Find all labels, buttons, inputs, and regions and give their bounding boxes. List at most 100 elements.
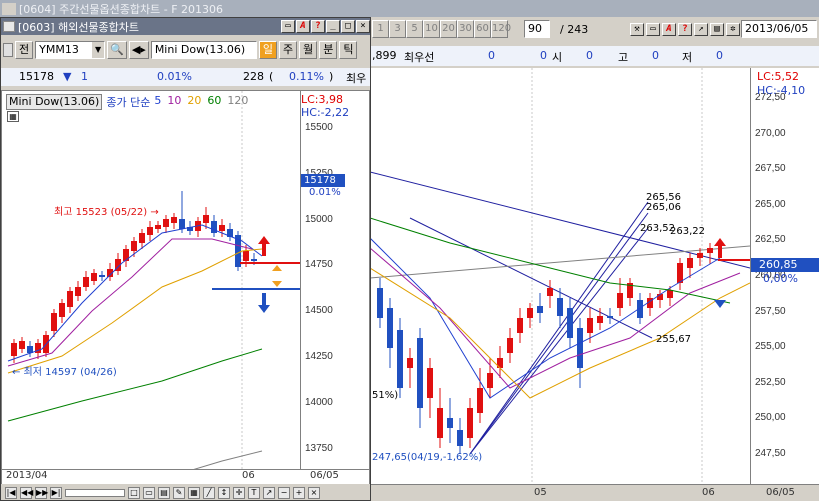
lock-icon[interactable] [3, 43, 13, 57]
candle-body [27, 346, 33, 353]
symbol-value: YMM13 [39, 43, 79, 56]
minute-button[interactable]: 분 [319, 41, 338, 59]
next-page-icon[interactable]: ▶▶ [35, 486, 48, 499]
candle-body [687, 258, 693, 268]
ma-120-line [193, 450, 263, 469]
date-input[interactable]: 2013/06/05 [741, 20, 817, 38]
chart-icon[interactable]: ↗ [694, 22, 708, 36]
all-button[interactable]: 전 [15, 41, 34, 59]
zoom-icon[interactable]: □ [128, 486, 140, 499]
back-quote-v4: 0 [652, 49, 659, 62]
front-chart-area[interactable]: 최고 15523 (05/22) → ← 최저 14597 (04/26) Min… [1, 90, 301, 470]
back-quote-v2: 0 [540, 49, 547, 62]
front-current-pct: 0.01% [309, 187, 341, 198]
interval-button-30[interactable]: 30 [457, 20, 474, 38]
interval-button-3[interactable]: 3 [389, 20, 406, 38]
tick-button[interactable]: 틱 [339, 41, 358, 59]
speaker-icon[interactable]: ◀▸ [128, 41, 149, 59]
candle-body [171, 217, 177, 223]
candle-body [147, 227, 153, 235]
first-icon[interactable]: |◀ [5, 486, 17, 499]
close-icon[interactable]: × [356, 20, 370, 33]
minimize-icon[interactable]: _ [326, 20, 340, 33]
candle-body [537, 306, 543, 313]
restore-icon[interactable]: ▭ [646, 22, 660, 36]
quote-price: 15178 [19, 70, 54, 83]
help-icon[interactable]: ? [678, 22, 692, 36]
period-input[interactable]: 90 [524, 20, 550, 38]
y-tick-label: 15500 [305, 122, 333, 133]
measure-icon[interactable]: ↕ [218, 486, 230, 499]
y-tick-label: 267,50 [755, 163, 786, 175]
symbol-select[interactable]: YMM13 ▼ [35, 41, 106, 59]
search-icon[interactable]: 🔍 [107, 41, 127, 59]
restore-icon[interactable]: ▭ [281, 20, 295, 33]
chevron-down-icon[interactable]: ▼ [92, 42, 105, 58]
font-a-icon[interactable]: A [662, 22, 676, 36]
maximize-icon[interactable]: □ [341, 20, 355, 33]
grid-toggle-icon[interactable]: ▦ [7, 111, 19, 122]
scroll-slider[interactable] [65, 488, 125, 497]
candle-body [437, 408, 443, 438]
back-hc-label: HC:-4,10 [757, 84, 806, 97]
back-chart-area[interactable]: 265,56 265,06 263,52 263,22 255,67 51%) 247,65… [370, 68, 750, 484]
interval-button-1[interactable]: 1 [372, 20, 389, 38]
day-button[interactable]: 일 [258, 41, 277, 59]
annotation-255-67: 255,67 [656, 334, 691, 345]
back-quote-label-open: 시 [552, 51, 563, 64]
close-icon[interactable]: × [308, 486, 320, 499]
interval-button-120[interactable]: 120 [491, 20, 511, 38]
legend-ma-120: 120 [227, 94, 249, 107]
table-icon[interactable]: ▦ [188, 486, 200, 499]
interval-button-10[interactable]: 10 [423, 20, 440, 38]
legend-ma-20: 20 [187, 94, 202, 107]
candle-body [477, 388, 483, 413]
month-button[interactable]: 월 [299, 41, 318, 59]
candle-body [211, 221, 217, 233]
week-button[interactable]: 주 [278, 41, 298, 59]
back-y-axis: 272,50 270,00 267,50 265,00 262,50 260,00 257,… [750, 68, 819, 484]
back-quote-bar: ,899 최우선 0 0 시 0 고 0 저 0 [370, 46, 819, 66]
front-window-title: [0603] 해외선물종합차트 [18, 20, 140, 34]
legend-type: 종가 단순 [106, 96, 151, 109]
arrow-icon[interactable]: ↗ [263, 486, 275, 499]
front-toolbar: 전 YMM13 ▼ 🔍 ◀▸ Mini Dow(13.06) 일 주 월 분 틱 [1, 39, 370, 61]
back-quote-v5: 0 [716, 49, 723, 62]
minus-icon[interactable]: − [278, 486, 290, 499]
quote-volume: 228 [243, 70, 264, 83]
back-window-title: [0604] 주간선물옵션종합차트 - F 201306 [19, 2, 224, 16]
symbol-name-field: Mini Dow(13.06) [150, 41, 257, 59]
candle-body [91, 273, 97, 281]
font-a-icon[interactable]: A [296, 20, 310, 33]
legend-symbol[interactable]: Mini Dow(13.06) [6, 94, 103, 110]
up-arrow-icon [258, 236, 270, 256]
draw-icon[interactable]: ╱ [203, 486, 215, 499]
y-tick-label: 13750 [305, 442, 333, 454]
interval-button-5[interactable]: 5 [406, 20, 423, 38]
candle-body [139, 233, 145, 243]
candle-body [577, 328, 583, 368]
text-icon[interactable]: T [248, 486, 260, 499]
settings-gear-icon[interactable]: ✲ [726, 22, 740, 36]
back-x-label-05: 05 [534, 487, 547, 498]
annotation-265-06: 265,06 [646, 202, 681, 213]
front-hc-label: HC:-2,22 [301, 106, 350, 119]
y-tick-label: 14500 [305, 305, 333, 317]
tool-icon[interactable]: ✎ [173, 486, 185, 499]
save-icon[interactable]: ▤ [710, 22, 724, 36]
crosshair-icon[interactable]: ✛ [233, 486, 245, 499]
plus-icon[interactable]: + [293, 486, 305, 499]
interval-button-20[interactable]: 20 [440, 20, 457, 38]
candle-body [83, 277, 89, 287]
interval-button-60[interactable]: 60 [474, 20, 491, 38]
candle-body [457, 430, 463, 446]
back-quote-v3: 0 [586, 49, 593, 62]
help-icon[interactable]: ? [311, 20, 325, 33]
quote-pct: 0.01% [157, 70, 192, 83]
layout-icon[interactable]: ▤ [158, 486, 170, 499]
last-icon[interactable]: ▶| [50, 486, 62, 499]
window-icon[interactable]: ▭ [143, 486, 155, 499]
prev-page-icon[interactable]: ◀◀ [20, 486, 33, 499]
tool-icon[interactable]: ⚒ [630, 22, 644, 36]
app-icon [3, 21, 15, 32]
